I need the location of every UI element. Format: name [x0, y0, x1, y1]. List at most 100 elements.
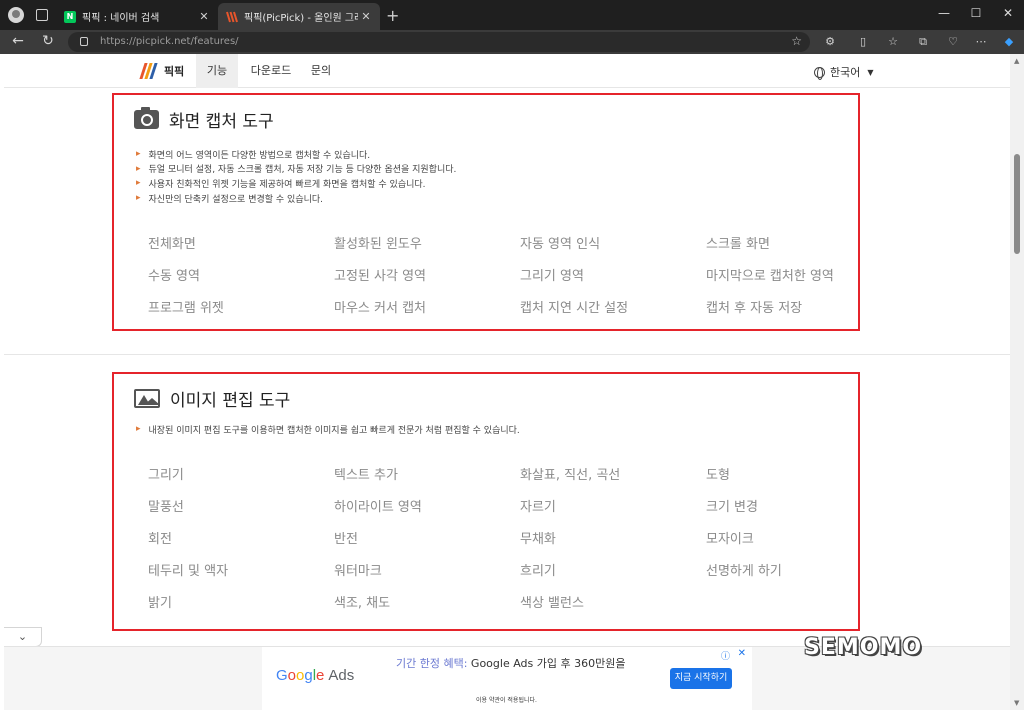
- google-ads-banner[interactable]: Google Ads 기간 한정 혜택: Google Ads 가입 후 360만…: [262, 647, 752, 710]
- favorite-star-icon[interactable]: ☆: [791, 34, 802, 48]
- tab-picpick[interactable]: 픽픽(PicPick) - 올인원 그래픽 디자인 ✕: [218, 3, 380, 30]
- list-item: 자신만의 단축키 설정으로 변경할 수 있습니다.: [136, 191, 456, 206]
- refresh-button[interactable]: ↻: [38, 33, 58, 49]
- feature-item: 선명하게 하기: [706, 564, 782, 579]
- naver-favicon-icon: N: [64, 10, 76, 23]
- feature-item: 말풍선: [148, 500, 184, 515]
- feature-item: 캡처 지연 시간 설정: [520, 301, 629, 316]
- picpick-favicon-icon: [226, 11, 238, 23]
- globe-icon: [814, 66, 825, 80]
- capture-tools-section: 화면 캡처 도구 화면의 어느 영역이든 다양한 방법으로 캡처할 수 있습니다…: [112, 93, 860, 331]
- list-item: 듀얼 모니터 설정, 자동 스크롤 캡처, 자동 저장 기능 등 다양한 옵션을…: [136, 162, 457, 177]
- page-scrollbar[interactable]: ▲ ▼: [1010, 54, 1024, 710]
- address-bar[interactable]: https://picpick.net/features/ ☆: [68, 32, 810, 52]
- browser-essentials-icon[interactable]: ♡: [946, 35, 960, 49]
- browser-titlebar: N 픽픽 : 네이버 검색 ✕ 픽픽(PicPick) - 올인원 그래픽 디자…: [0, 0, 1024, 30]
- section-divider: [4, 354, 1010, 355]
- close-window-button[interactable]: ✕: [998, 6, 1018, 20]
- tab-actions-icon[interactable]: [36, 9, 48, 21]
- section-header: 이미지 편집 도구: [134, 386, 290, 411]
- watermark-text: SEMOMO: [804, 635, 923, 660]
- list-item: 화면의 어느 영역이든 다양한 방법으로 캡처할 수 있습니다.: [136, 147, 456, 162]
- feature-item: 자동 영역 인식: [520, 237, 601, 252]
- feature-item: 크기 변경: [706, 500, 758, 515]
- list-item: 사용자 친화적인 위젯 기능을 제공하여 빠르게 화면을 캡처할 수 있습니다.: [136, 176, 456, 191]
- feature-item: 수동 영역: [148, 269, 200, 284]
- favorites-icon[interactable]: ☆: [886, 35, 900, 49]
- logo-letter: G: [276, 667, 288, 684]
- feature-item: 테두리 및 액자: [148, 564, 229, 579]
- image-editor-section: 이미지 편집 도구 내장된 이미지 편집 도구를 이용하면 캡처한 이미지를 쉽…: [112, 372, 860, 631]
- tab-title: 픽픽(PicPick) - 올인원 그래픽 디자인: [244, 13, 358, 24]
- section-title: 이미지 편집 도구: [170, 391, 291, 411]
- more-menu-icon[interactable]: ⋯: [974, 35, 988, 49]
- chevron-down-icon: ⌄: [17, 630, 28, 643]
- editor-feature-grid: 그리기 텍스트 추가 화살표, 직선, 곡선 도형 말풍선 하이라이트 영역 자…: [148, 464, 866, 624]
- camera-icon: [134, 107, 159, 129]
- logo-text: 픽픽: [164, 65, 185, 78]
- scroll-down-icon[interactable]: ▼: [1014, 699, 1019, 707]
- split-screen-icon[interactable]: ▯: [856, 35, 870, 49]
- feature-item: 프로그램 위젯: [148, 301, 224, 316]
- ad-headline-text: Google Ads 가입 후 360만원을: [467, 657, 626, 670]
- lock-icon: [80, 37, 88, 46]
- feature-item: 색상 밸런스: [520, 596, 584, 611]
- nav-features[interactable]: 기능: [196, 54, 238, 88]
- tab-close-icon[interactable]: ✕: [196, 10, 212, 23]
- scroll-up-icon[interactable]: ▲: [1014, 57, 1019, 65]
- maximize-button[interactable]: ☐: [966, 6, 986, 20]
- feature-item: 스크롤 화면: [706, 237, 770, 252]
- ad-headline-highlight: 기간 한정 혜택:: [396, 657, 468, 670]
- feature-item: 자르기: [520, 500, 556, 515]
- site-logo[interactable]: 픽픽: [139, 63, 185, 79]
- profile-avatar[interactable]: [8, 7, 24, 23]
- capture-feature-grid: 전체화면 활성화된 윈도우 자동 영역 인식 스크롤 화면 수동 영역 고정된 …: [148, 233, 866, 329]
- feature-item: 그리기: [148, 468, 184, 483]
- page-viewport: 픽픽 기능 다운로드 문의 한국어 ▼ 화면 캡처 도구 화면의 어느 영역이든…: [4, 54, 1010, 710]
- site-header: 픽픽 기능 다운로드 문의 한국어 ▼: [4, 54, 1010, 88]
- logo-suffix: Ads: [328, 667, 355, 684]
- ad-terms: 이용 약관이 적용됩니다.: [476, 697, 537, 704]
- ad-info-icon[interactable]: ⓘ: [721, 649, 730, 662]
- feature-item: 전체화면: [148, 237, 196, 252]
- logo-letter: g: [304, 667, 313, 684]
- image-icon: [134, 389, 160, 408]
- tab-title: 픽픽 : 네이버 검색: [82, 13, 160, 24]
- section-title: 화면 캡처 도구: [169, 112, 274, 132]
- logo-letter: e: [316, 667, 325, 684]
- scroll-thumb[interactable]: [1014, 154, 1020, 254]
- url-text[interactable]: https://picpick.net/features/: [100, 36, 239, 47]
- feature-item: 화살표, 직선, 곡선: [520, 468, 621, 483]
- feature-item: 색조, 채도: [334, 596, 391, 611]
- feature-item: 흐리기: [520, 564, 556, 579]
- minimize-button[interactable]: —: [934, 6, 954, 20]
- collections-icon[interactable]: ⧉: [916, 35, 930, 49]
- capture-bullet-list: 화면의 어느 영역이든 다양한 방법으로 캡처할 수 있습니다. 듀얼 모니터 …: [136, 147, 457, 206]
- new-tab-button[interactable]: +: [386, 6, 399, 25]
- feature-item: 도형: [706, 468, 730, 483]
- collapse-ad-button[interactable]: ⌄: [4, 627, 42, 647]
- feature-item: 모자이크: [706, 532, 754, 547]
- language-selector[interactable]: 한국어 ▼: [814, 64, 874, 80]
- tab-close-icon[interactable]: ✕: [358, 10, 374, 23]
- feature-item: 마우스 커서 캡처: [334, 301, 426, 316]
- nav-contact[interactable]: 문의: [304, 54, 338, 88]
- copilot-icon[interactable]: ◆: [1002, 35, 1016, 49]
- back-button[interactable]: ←: [8, 33, 28, 49]
- ad-close-icon[interactable]: ✕: [738, 648, 746, 659]
- tab-naver-search[interactable]: N 픽픽 : 네이버 검색 ✕: [56, 3, 218, 30]
- logo-letter: o: [287, 667, 297, 684]
- feature-item: 마지막으로 캡처한 영역: [706, 269, 834, 284]
- feature-item: 워터마크: [334, 564, 382, 579]
- list-item: 내장된 이미지 편집 도구를 이용하면 캡처한 이미지를 쉽고 빠르게 전문가 …: [136, 422, 520, 437]
- feature-item: 회전: [148, 532, 172, 547]
- feature-item: 활성화된 윈도우: [334, 237, 422, 252]
- ad-cta-button[interactable]: 지금 시작하기: [670, 668, 732, 689]
- feature-item: 반전: [334, 532, 358, 547]
- section-header: 화면 캡처 도구: [134, 107, 274, 132]
- caret-down-icon: ▼: [867, 67, 874, 77]
- nav-download[interactable]: 다운로드: [244, 54, 298, 88]
- feature-item: 하이라이트 영역: [334, 500, 422, 515]
- feature-item: 그리기 영역: [520, 269, 584, 284]
- extensions-icon[interactable]: ⚙: [823, 35, 837, 49]
